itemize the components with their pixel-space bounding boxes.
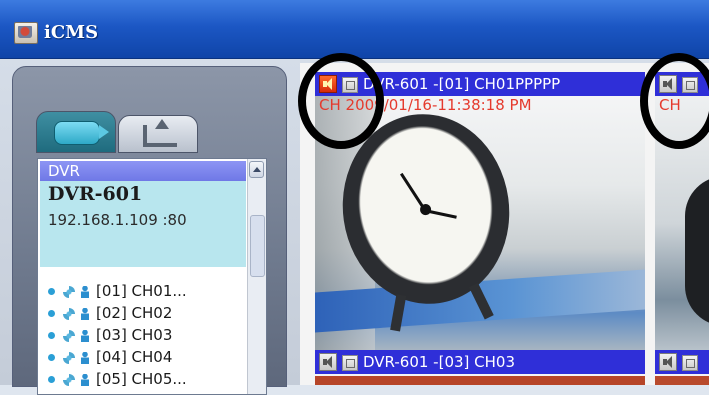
channel-label: [01] CH01... [96,282,187,300]
speaker-muted-icon[interactable] [319,353,337,371]
person-icon [81,285,89,298]
dvr-address: 192.168.1.109 :80 [48,211,187,229]
status-dot-icon [48,376,55,383]
channel-label: [03] CH03 [96,326,173,344]
channel-label: [04] CH04 [96,348,173,366]
status-dot-icon [48,354,55,361]
scroll-thumb[interactable] [250,215,265,277]
fan-icon [63,329,75,342]
tab-playback[interactable] [118,115,198,153]
title-bar: iCMS [0,0,709,59]
fan-icon [63,285,75,298]
video-object [685,176,709,326]
dvr-name: DVR-601 [48,183,143,205]
tile-header-4 [655,350,709,374]
channel-label: [05] CH05... [96,370,187,388]
highlight-circle [640,53,709,149]
tile-header-3: DVR-601 -[03] CH03 [315,350,645,374]
device-panel: DVR DVR-601 192.168.1.109 :80 [01] CH01.… [12,66,287,395]
channel-item[interactable]: [04] CH04 [48,348,172,366]
status-dot-icon [48,310,55,317]
highlight-circle [298,53,384,149]
channel-item[interactable]: [03] CH03 [48,326,172,344]
camera-icon [54,121,109,145]
tree-header: DVR [40,161,246,181]
scroll-up-button[interactable] [249,161,264,178]
video-feed-4[interactable] [655,376,709,385]
playback-icon [143,119,177,147]
tile-title: DVR-601 -[01] CH01PPPPP [363,75,561,93]
status-dot-icon [48,288,55,295]
speaker-muted-icon[interactable] [659,353,677,371]
fullscreen-icon[interactable] [342,355,358,371]
app-icon [14,22,38,44]
fan-icon [63,373,75,386]
person-icon [81,373,89,386]
fan-icon [63,351,75,364]
tile-title: DVR-601 -[03] CH03 [363,353,515,371]
person-icon [81,329,89,342]
fullscreen-icon[interactable] [682,355,698,371]
device-tree: DVR DVR-601 192.168.1.109 :80 [01] CH01.… [37,158,267,395]
window-title: iCMS [44,22,99,43]
person-icon [81,351,89,364]
tab-live-view[interactable] [36,111,116,153]
channel-item[interactable]: [02] CH02 [48,304,172,322]
dvr-node[interactable]: DVR-601 192.168.1.109 :80 [40,181,246,267]
channel-label: [02] CH02 [96,304,173,322]
fan-icon [63,307,75,320]
person-icon [81,307,89,320]
clock-center [419,203,432,216]
video-feed-3[interactable] [315,376,645,385]
tree-scrollbar[interactable] [247,159,266,394]
channel-item[interactable]: [05] CH05... [48,370,187,388]
status-dot-icon [48,332,55,339]
channel-item[interactable]: [01] CH01... [48,282,187,300]
